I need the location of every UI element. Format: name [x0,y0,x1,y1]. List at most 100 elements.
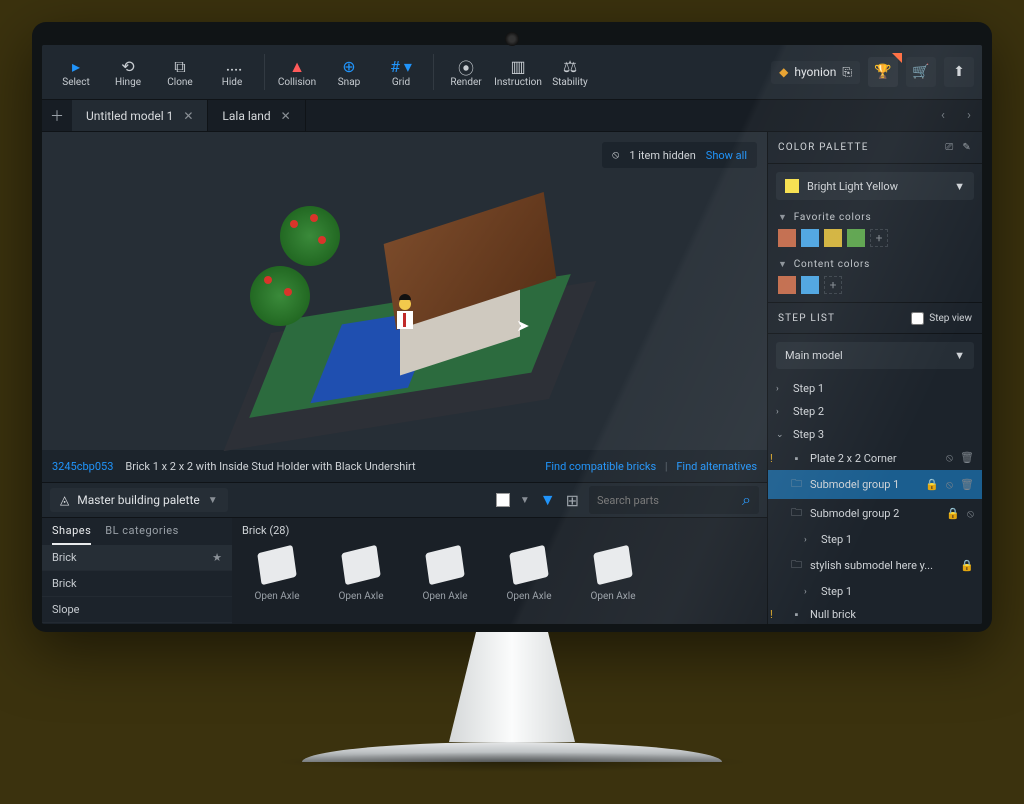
hide-tool[interactable]: ᠁Hide [206,48,258,96]
color-swatch[interactable] [801,276,819,294]
content-colors-header[interactable]: ▼Content colors [768,255,982,272]
user-chip[interactable]: ◆ hyonion ⎘ [771,61,860,84]
part-image [253,543,301,587]
compatible-bricks-link[interactable]: Find compatible bricks [545,460,656,473]
tab-next-button[interactable]: › [956,100,982,131]
category-item[interactable]: Brick★ [42,545,232,571]
trash-icon[interactable]: 🗑 [960,451,974,465]
step-view-checkbox[interactable] [911,312,924,325]
hide-icon[interactable]: ⦸ [946,451,953,465]
favorite-colors-header[interactable]: ▼Favorite colors [768,208,982,225]
tab-shapes[interactable]: Shapes [52,524,91,545]
tree-row[interactable]: › Step 1 [768,377,982,400]
step-view-toggle[interactable]: Step view [911,312,972,325]
part-id-link[interactable]: 3245cbp053 [52,460,113,473]
clone-tool[interactable]: ⧉Clone [154,48,206,96]
chevron-down-icon[interactable]: ▼ [520,495,530,506]
lock-icon[interactable]: 🔒 [925,478,939,492]
filter-icon[interactable]: ⎚ [945,142,954,153]
close-icon[interactable]: ✕ [281,109,291,123]
select-tool[interactable]: ▸Select [50,48,102,96]
color-swatch-white[interactable] [496,493,510,507]
add-tab-button[interactable]: ＋ [42,100,72,131]
color-swatch[interactable] [778,276,796,294]
chevron-icon[interactable]: › [804,535,814,545]
color-swatch[interactable] [847,229,865,247]
chevron-down-icon: ▼ [208,495,218,506]
tree-row[interactable]: !▪Plate 2 x 2 Corner⦸🗑 [768,446,982,470]
category-item[interactable]: Brick [42,571,232,597]
tree-row[interactable]: ›Step 1 [768,528,982,551]
lock-icon[interactable]: 🔒 [960,559,974,572]
tree-row-label: Step 1 [821,585,852,598]
tree-row[interactable]: 🗀Submodel group 2🔒⦸ [768,499,982,528]
collision-label: Collision [278,77,316,88]
search-parts-box[interactable]: ⌕ [589,486,759,514]
color-swatch[interactable] [801,229,819,247]
trash-icon[interactable]: 🗑 [960,478,974,492]
snap-tool[interactable]: ⊕Snap [323,48,375,96]
close-icon[interactable]: ✕ [183,109,193,123]
tree-row[interactable]: ›Step 2 [768,400,982,423]
part-thumbnail[interactable]: Open Axle [410,543,480,602]
chevron-icon[interactable]: › [804,587,814,597]
hinge-tool[interactable]: ⟲Hinge [102,48,154,96]
filter-icon[interactable]: ▼ [540,490,556,510]
part-thumbnail[interactable]: Open Axle [578,543,648,602]
step-list-title: STEP LIST [778,313,835,324]
lock-icon[interactable]: 🔒 [946,507,960,521]
collision-tool[interactable]: ▲Collision [271,48,323,96]
part-thumbnail[interactable]: Open Axle [242,543,312,602]
eyedropper-icon[interactable]: ✎ [962,142,972,153]
hide-icon[interactable]: ⦸ [967,507,974,521]
star-icon[interactable]: ★ [212,551,222,564]
cart-button[interactable]: 🛒 [906,57,936,87]
show-all-link[interactable]: Show all [706,149,747,162]
hidden-count-label: 1 item hidden [629,149,695,162]
viewport-3d[interactable]: ⦸ 1 item hidden Show all ➤ [42,132,767,450]
tree-row-label: stylish submodel here y... [810,559,933,572]
selected-color-dropdown[interactable]: Bright Light Yellow ▼ [776,172,974,200]
hide-label: Hide [222,77,243,88]
tab-label: Lala land [222,109,270,123]
stability-tool[interactable]: ⚖Stability [544,48,596,96]
search-parts-input[interactable] [597,494,742,507]
trophy-button[interactable]: 🏆 [868,57,898,87]
render-tool[interactable]: ⦿Render [440,48,492,96]
tab-bl-categories[interactable]: BL categories [105,524,179,545]
tree-row-label: Step 1 [793,382,824,395]
hide-icon[interactable]: ⦸ [946,478,953,492]
document-tabs: ＋ Untitled model 1✕ Lala land ✕ ‹ › [42,100,982,132]
part-thumbnail[interactable]: Open Axle [326,543,396,602]
chevron-icon[interactable]: ⌄ [776,430,786,440]
grid-tool[interactable]: # ▾Grid [375,48,427,96]
chevron-icon[interactable]: › [776,384,786,394]
tree-row-label: Submodel group 2 [810,507,899,520]
webcam [505,32,519,46]
tree-row[interactable]: › Step 1 [768,580,982,603]
color-swatch[interactable] [824,229,842,247]
palette-dropdown[interactable]: ◬ Master building palette ▼ [50,488,228,512]
category-item[interactable]: Slope [42,597,232,623]
add-color-button[interactable]: + [870,229,888,247]
grid-view-icon[interactable]: ⊞ [566,491,579,510]
chevron-down-icon: ▼ [954,180,965,193]
add-color-button[interactable]: + [824,276,842,294]
part-name-label: Brick 1 x 2 x 2 with Inside Stud Holder … [125,460,415,473]
chevron-icon[interactable]: › [776,407,786,417]
instruction-tool[interactable]: ▥Instruction [492,48,544,96]
document-tab[interactable]: Untitled model 1✕ [72,100,208,131]
part-label: Open Axle [254,591,299,602]
category-tabs: Shapes BL categories [42,518,232,545]
document-tab[interactable]: Lala land ✕ [208,100,305,131]
part-thumbnail[interactable]: Open Axle [494,543,564,602]
tree-row[interactable]: 🗀stylish submodel here y...🔒 [768,551,982,580]
color-swatch[interactable] [778,229,796,247]
tree-row[interactable]: 🗀Submodel group 1🔒⦸🗑 [768,470,982,499]
tab-prev-button[interactable]: ‹ [930,100,956,131]
tree-row[interactable]: ⌄Step 3 [768,423,982,446]
upload-button[interactable]: ⬆ [944,57,974,87]
tree-row[interactable]: !▪Null brick [768,603,982,624]
model-dropdown[interactable]: Main model ▼ [776,342,974,369]
alternatives-link[interactable]: Find alternatives [676,460,757,473]
